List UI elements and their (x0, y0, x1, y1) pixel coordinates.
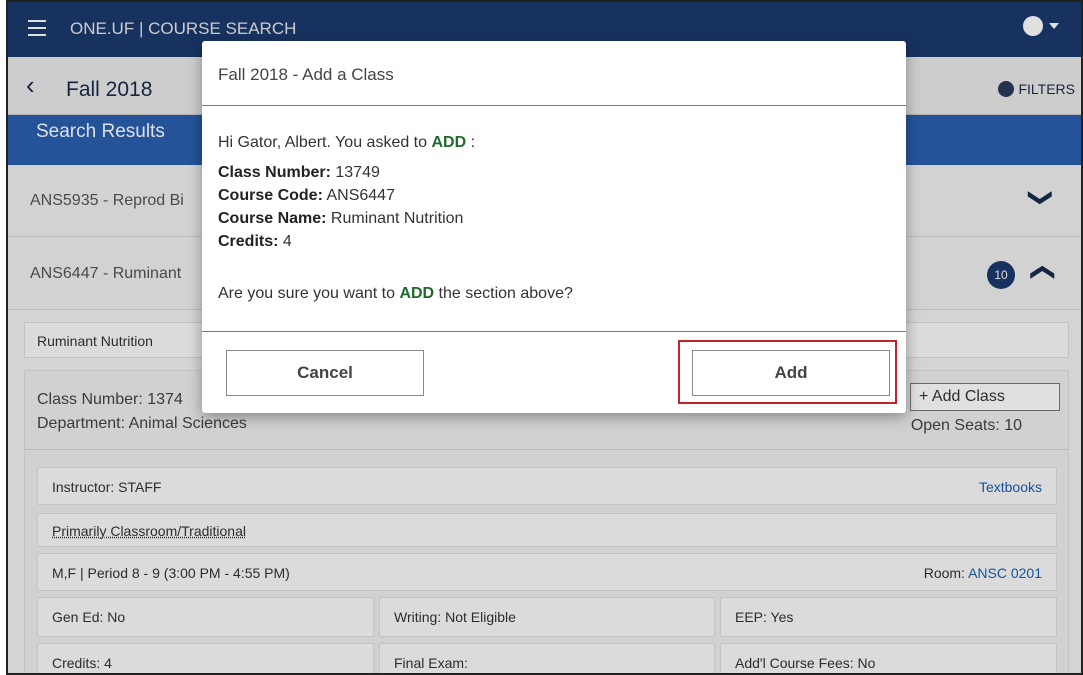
dialog-greeting: Hi Gator, Albert. You asked to ADD : (218, 134, 475, 152)
detail-class-number: Class Number: 13749 (218, 161, 463, 184)
course-code-value: ANS6447 (322, 187, 395, 204)
class-number-value: 13749 (330, 164, 380, 181)
add-button[interactable]: Add (692, 350, 890, 396)
action-word: ADD (431, 134, 467, 151)
dialog-title: Fall 2018 - Add a Class (218, 65, 394, 84)
course-code-label: Course Code: (218, 187, 323, 204)
confirm-prefix: Are you sure you want to (218, 285, 400, 302)
greeting-suffix: : (466, 134, 476, 151)
confirm-action-word: ADD (399, 285, 435, 302)
credits-label: Credits: (218, 233, 279, 250)
detail-course-code: Course Code: ANS6447 (218, 184, 463, 207)
greeting-text: Hi Gator, Albert. You asked to (218, 134, 432, 151)
confirm-question: Are you sure you want to ADD the section… (218, 285, 573, 303)
class-number-label: Class Number: (218, 164, 331, 181)
confirm-suffix: the section above? (434, 285, 573, 302)
course-name-value: Ruminant Nutrition (326, 210, 464, 227)
divider (202, 331, 906, 332)
cancel-button[interactable]: Cancel (226, 350, 424, 396)
app-window: ONE.UF | COURSE SEARCH ‹ Fall 2018 FILTE… (6, 0, 1083, 675)
credits-value: 4 (278, 233, 292, 250)
detail-course-name: Course Name: Ruminant Nutrition (218, 207, 463, 230)
add-class-dialog: Fall 2018 - Add a Class Hi Gator, Albert… (202, 41, 906, 413)
detail-credits: Credits: 4 (218, 230, 463, 253)
course-name-label: Course Name: (218, 210, 327, 227)
class-details: Class Number: 13749 Course Code: ANS6447… (218, 161, 463, 253)
divider (202, 105, 906, 106)
